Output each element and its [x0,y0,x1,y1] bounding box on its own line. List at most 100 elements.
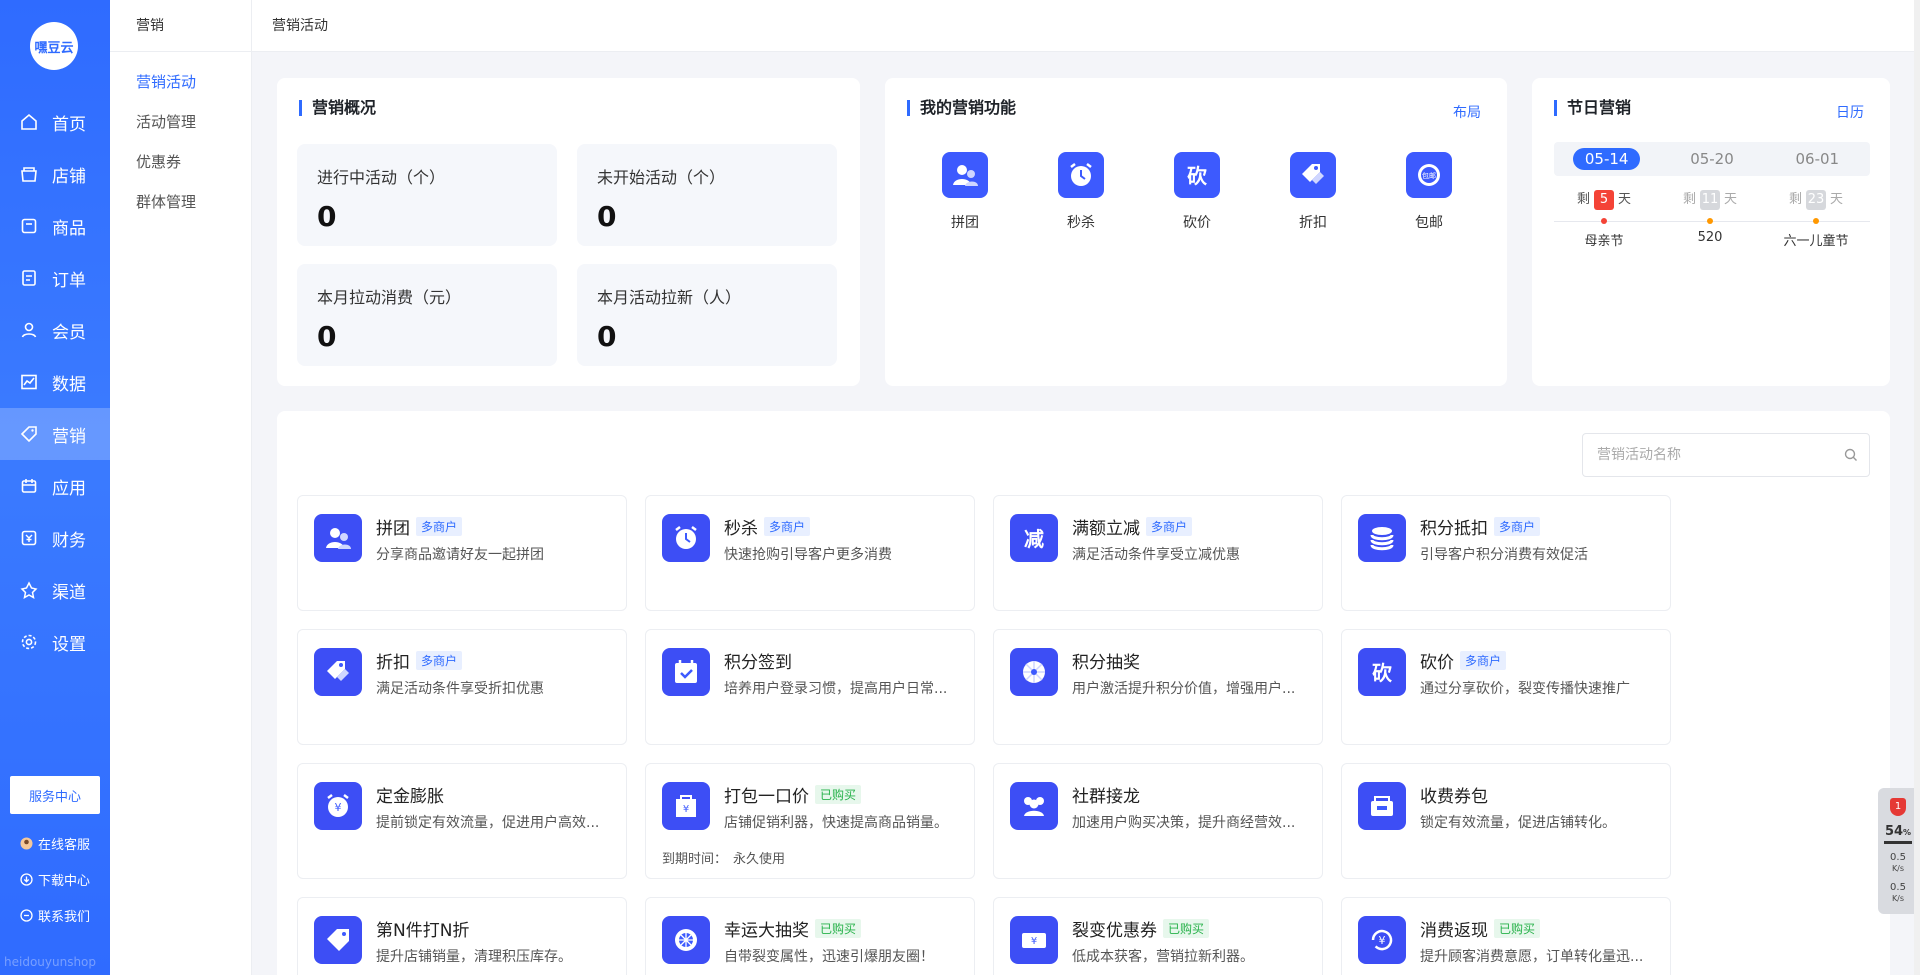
countdown-prefix: 剩 [1576,192,1590,207]
overview-title: 营销概况 [299,100,376,116]
function-label: 包邮 [1415,215,1443,231]
sidebar-item-6[interactable]: 营销 [0,408,110,460]
sidebar-item-4[interactable]: 会员 [0,304,110,356]
sidebar-item-3[interactable]: 订单 [0,252,110,304]
activity-card[interactable]: 秒杀 多商户 快速抢购引导客户更多消费 [645,495,975,611]
activity-card[interactable]: ¥ 打包一口价 已购买 店铺促销利器，快速提高商品销量。 到期时间： 永久使用 [645,763,975,879]
festival-item[interactable]: 剩 5 天母亲节 [1554,188,1654,249]
svg-text:包邮: 包邮 [1422,171,1436,180]
activity-desc: 通过分享砍价，裂变传播快速推广 [1420,681,1630,697]
activity-desc: 引导客户积分消费有效促活 [1420,547,1588,563]
sidebar-item-5[interactable]: 数据 [0,356,110,408]
sidebar-item-9[interactable]: 渠道 [0,564,110,616]
nth-discount-icon [314,916,362,964]
activity-card[interactable]: 积分签到 培养用户登录习惯，提高用户日常... [645,629,975,745]
countdown-suffix: 天 [1724,192,1738,207]
top-bar: 营销活动 [252,0,1920,52]
sidebar-item-8[interactable]: 财务 [0,512,110,564]
function-item[interactable]: 砍砍价 [1157,152,1237,232]
activity-desc: 分享商品邀请好友一起拼团 [376,547,544,563]
festival-card: 节日营销 日历 05-14 05-20 06-01 剩 5 天母亲节剩 11 天 520 剩… [1532,78,1890,386]
svg-text:¥: ¥ [1031,936,1037,947]
activity-name: 砍价 [1420,653,1454,673]
activity-card[interactable]: 折扣 多商户 满足活动条件享受折扣优惠 [297,629,627,745]
activity-desc: 提升店铺销量，清理积压库存。 [376,949,572,965]
festival-item[interactable]: 剩 23 天六一儿童节 [1766,188,1866,249]
points-lottery-icon [1010,648,1058,696]
activity-card[interactable]: 第N件打N折 提升店铺销量，清理积压库存。 [297,897,627,975]
activity-card[interactable]: 幸运大抽奖 已购买 自带裂变属性，迅速引爆朋友圈！ [645,897,975,975]
download-center-link[interactable]: 下载中心 [20,870,90,889]
activity-card[interactable]: 减 满额立减 多商户 满足活动条件享受立减优惠 [993,495,1323,611]
activity-card[interactable]: 收费券包 锁定有效流量，促进店铺转化。 [1341,763,1671,879]
activity-badge: 多商户 [764,517,811,536]
search-icon[interactable] [1844,447,1858,461]
sidebar-item-10[interactable]: 设置 [0,616,110,668]
activity-desc: 满足活动条件享受折扣优惠 [376,681,544,697]
activity-desc: 低成本获客，营销拉新利器。 [1072,949,1254,965]
tag-icon [20,425,38,443]
date-tab[interactable]: 06-01 [1784,148,1852,170]
function-item[interactable]: 拼团 [925,152,1005,232]
subnav-item-activity-management[interactable]: 活动管理 [110,102,251,142]
function-item[interactable]: 秒杀 [1041,152,1121,232]
upload-speed-unit: K/s [1891,864,1905,873]
sidebar-item-0[interactable]: 首页 [0,96,110,148]
sidebar-item-7[interactable]: 应用 [0,460,110,512]
date-tabs: 05-14 05-20 06-01 [1554,142,1870,176]
activity-expire: 到期时间： 永久使用 [662,848,785,867]
sidebar-item-1[interactable]: 店铺 [0,148,110,200]
calendar-link[interactable]: 日历 [1836,102,1864,122]
activity-name: 打包一口价 [724,787,809,807]
activity-card[interactable]: 砍 砍价 多商户 通过分享砍价，裂变传播快速推广 [1341,629,1671,745]
subnav-item-coupons[interactable]: 优惠券 [110,142,251,182]
page-scrollbar[interactable] [1914,0,1920,975]
date-tab[interactable]: 05-14 [1572,148,1641,170]
activity-card[interactable]: 积分抵扣 多商户 引导客户积分消费有效促活 [1341,495,1671,611]
date-tab[interactable]: 05-20 [1678,148,1746,170]
expire-label: 到期时间： [662,852,728,867]
download-center-label: 下载中心 [38,874,91,889]
app-icon [20,477,38,495]
countdown-days: 23 [1806,190,1826,210]
festival-name: 520 [1697,230,1723,245]
sidebar-item-label: 店铺 [52,166,86,187]
subnav-item-marketing-activities[interactable]: 营销活动 [110,62,251,102]
activity-card[interactable]: ¥ 定金膨胀 提前锁定有效流量，促进用户高效... [297,763,627,879]
activity-card[interactable]: 拼团 多商户分享商品邀请好友一起拼团 [297,495,627,611]
community-chain-icon [1010,782,1058,830]
member-icon [20,321,38,339]
sidebar-item-label: 数据 [52,374,86,395]
cpu-percent-unit: % [1903,828,1912,837]
activity-badge: 多商户 [1494,517,1541,536]
activity-card[interactable]: ¥ 消费返现 已购买 提升顾客消费意愿，订单转化量迅... [1341,897,1671,975]
function-item[interactable]: 折扣 [1273,152,1353,232]
festival-title: 节日营销 [1554,100,1631,116]
countdown-suffix: 天 [1830,192,1844,207]
festival-item[interactable]: 剩 11 天 520 [1660,188,1760,245]
activity-search-input[interactable] [1582,433,1870,477]
layout-link[interactable]: 布局 [1453,102,1481,122]
network-monitor-widget[interactable]: 1 54% 0.5 K/s 0.5 K/s [1878,788,1918,914]
stat-label: 本月拉动消费（元） [317,288,462,307]
activity-name: 积分抽奖 [1072,653,1140,673]
function-label: 折扣 [1299,215,1327,231]
overview-card: 营销概况 进行中活动（个） 0 未开始活动（个） 0 本月拉动消费（元） 0 本… [277,78,860,386]
sidebar-item-2[interactable]: 商品 [0,200,110,252]
function-item[interactable]: 包邮 包邮 [1389,152,1469,232]
activity-title: 拼团 多商户 [376,514,463,539]
subnav-item-group-management[interactable]: 群体管理 [110,182,251,222]
service-center-button[interactable]: 服务中心 [10,776,100,814]
discount-icon [314,648,362,696]
svg-text:砍: 砍 [1372,661,1393,685]
brand-logo[interactable]: 嘿豆云 [30,22,78,70]
online-service-label: 在线客服 [38,838,91,853]
online-service-link[interactable]: 在线客服 [20,834,90,853]
stat-label: 进行中活动（个） [317,168,446,187]
contact-us-link[interactable]: 联系我们 [20,906,90,925]
activity-card[interactable]: ¥ 裂变优惠券 已购买 低成本获客，营销拉新利器。 [993,897,1323,975]
activity-desc: 满足活动条件享受立减优惠 [1072,547,1240,563]
festival-countdown: 剩 11 天 [1660,188,1760,210]
activity-card[interactable]: 社群接龙 加速用户购买决策，提升商经营效... [993,763,1323,879]
activity-card[interactable]: 积分抽奖 用户激活提升积分价值，增强用户... [993,629,1323,745]
